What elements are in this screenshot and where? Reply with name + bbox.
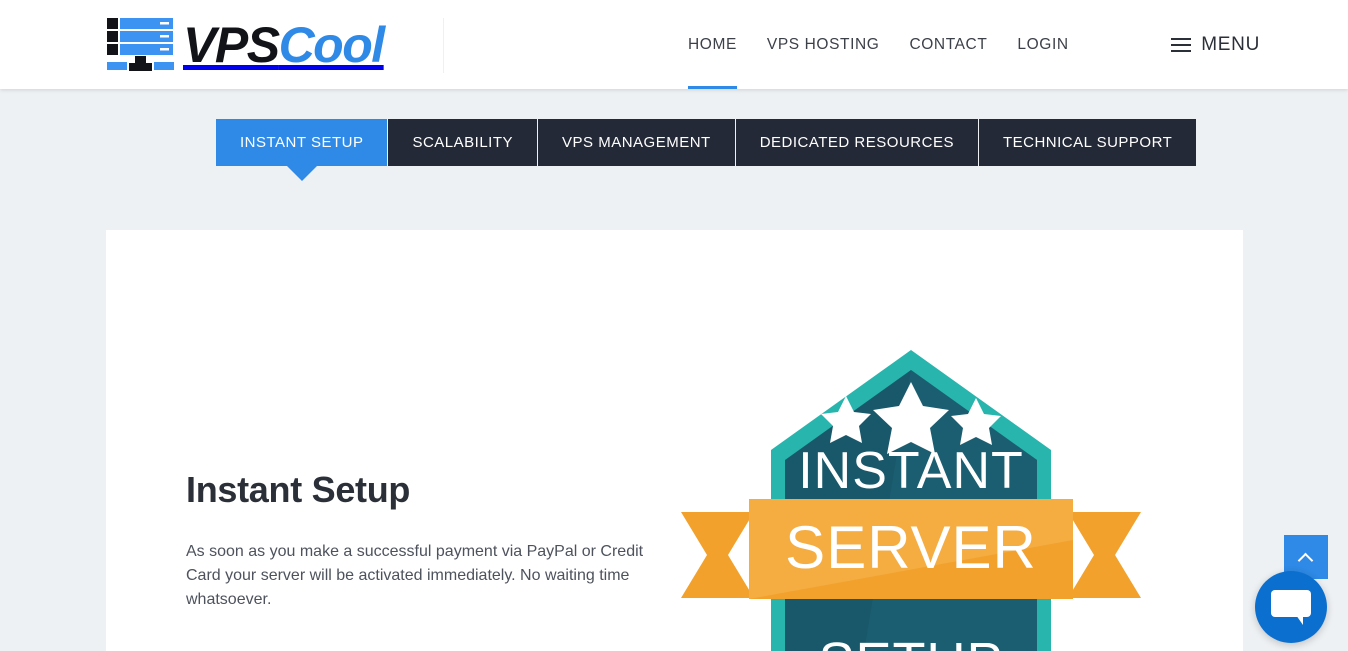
nav-item-login[interactable]: LOGIN (1017, 0, 1068, 89)
chevron-up-icon (1299, 553, 1313, 561)
feature-title: Instant Setup (186, 469, 411, 510)
hamburger-menu-icon (1171, 37, 1192, 52)
server-rack-logo-icon (107, 18, 174, 71)
nav-item-contact[interactable]: CONTACT (909, 0, 987, 89)
badge-line-1: INSTANT (798, 442, 1024, 500)
badge-line-3: SETUP (818, 632, 1003, 651)
menu-toggle-button[interactable]: MENU (1171, 0, 1260, 89)
site-header: VPSCool HOME VPS HOSTING CONTACT LOGIN M… (0, 0, 1348, 89)
tab-instant-setup[interactable]: INSTANT SETUP (216, 119, 388, 181)
chat-bubble-icon (1271, 590, 1311, 625)
feature-description: As soon as you make a successful payment… (186, 542, 644, 608)
main-navigation: HOME VPS HOSTING CONTACT LOGIN (688, 0, 1069, 89)
logo-text-primary: VPS (183, 17, 280, 73)
tab-vps-management[interactable]: VPS MANAGEMENT (538, 119, 735, 166)
badge-line-2: SERVER (785, 514, 1037, 581)
feature-badge: INSTANT SERVER SETUP (676, 340, 1146, 651)
nav-item-vps-hosting[interactable]: VPS HOSTING (767, 0, 880, 89)
nav-item-home[interactable]: HOME (688, 0, 737, 89)
site-logo[interactable]: VPSCool (105, 16, 386, 74)
tab-scalability[interactable]: SCALABILITY (388, 119, 538, 166)
instant-server-setup-badge-icon: INSTANT SERVER SETUP (681, 350, 1141, 651)
chat-widget-button[interactable] (1255, 571, 1327, 643)
menu-toggle-label: MENU (1201, 33, 1260, 55)
logo-text-secondary: Cool (278, 17, 386, 73)
tab-dedicated-resources[interactable]: DEDICATED RESOURCES (735, 119, 978, 166)
header-divider (443, 18, 444, 73)
feature-tabs: INSTANT SETUP SCALABILITY VPS MANAGEMENT… (216, 119, 1197, 181)
feature-text-block: Instant Setup As soon as you make a succ… (186, 470, 656, 612)
feature-panel: Instant Setup As soon as you make a succ… (105, 229, 1244, 651)
logo-text: VPSCool (183, 17, 386, 73)
tab-technical-support[interactable]: TECHNICAL SUPPORT (978, 119, 1197, 166)
